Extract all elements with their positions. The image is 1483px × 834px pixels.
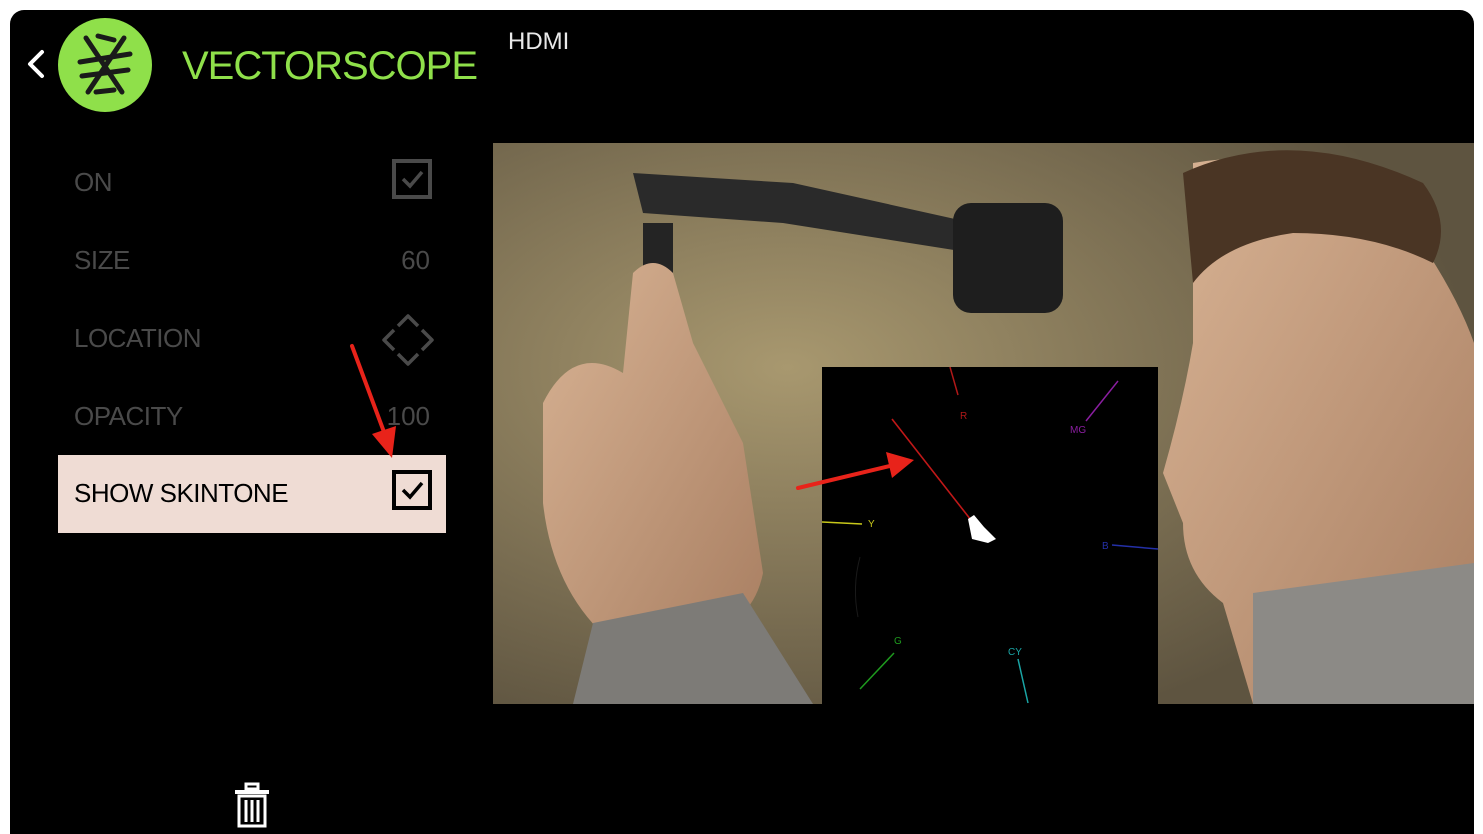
back-button[interactable] bbox=[24, 48, 48, 80]
menu-item-location[interactable]: LOCATION bbox=[58, 300, 446, 378]
trash-button[interactable] bbox=[232, 782, 272, 828]
app-logo-icon bbox=[58, 18, 152, 112]
menu-item-label: OPACITY bbox=[74, 401, 183, 431]
size-value: 60 bbox=[401, 245, 430, 275]
scope-label-blue: B bbox=[1102, 541, 1109, 552]
menu-item-on[interactable]: ON bbox=[58, 144, 446, 222]
magenta-target-line bbox=[1085, 380, 1119, 422]
skintone-line bbox=[891, 418, 979, 530]
red-target-line bbox=[949, 367, 959, 396]
on-checkbox[interactable] bbox=[392, 159, 432, 199]
show-skintone-checkbox[interactable] bbox=[392, 470, 432, 510]
cyan-target-line bbox=[1017, 658, 1029, 704]
trash-icon bbox=[235, 782, 269, 828]
yellow-target-line bbox=[822, 521, 863, 525]
menu-item-label: ON bbox=[74, 167, 113, 197]
menu-item-show-skintone[interactable]: SHOW SKINTONE bbox=[58, 455, 446, 533]
menu-item-label: SIZE bbox=[74, 245, 130, 275]
input-source-label: HDMI bbox=[508, 28, 570, 55]
scope-label-cyan: CY bbox=[1008, 647, 1022, 658]
monitor-screen: VECTORSCOPE HDMI ON SIZE 60 LOCATION OPA… bbox=[10, 10, 1474, 834]
menu-item-size[interactable]: SIZE 60 bbox=[58, 222, 446, 300]
scope-label-yellow: Y bbox=[868, 519, 875, 530]
scope-label-red: R bbox=[960, 411, 967, 422]
checkmark-icon bbox=[401, 170, 424, 189]
menu-item-label: SHOW SKINTONE bbox=[74, 478, 289, 508]
menu-item-label: LOCATION bbox=[74, 323, 201, 353]
opacity-value: 100 bbox=[386, 401, 430, 431]
checkmark-icon bbox=[401, 481, 424, 500]
green-target-line bbox=[859, 652, 895, 690]
four-direction-arrows-icon bbox=[382, 314, 434, 366]
scope-label-green: G bbox=[894, 636, 902, 647]
blue-target-line bbox=[1111, 544, 1158, 550]
vectorscope-overlay: R MG Y B G CY bbox=[822, 367, 1158, 704]
chevron-left-icon bbox=[28, 50, 44, 78]
scope-label-magenta: MG bbox=[1070, 425, 1086, 436]
scope-trace bbox=[968, 515, 996, 543]
menu-item-opacity[interactable]: OPACITY 100 bbox=[58, 378, 446, 456]
page-title: VECTORSCOPE bbox=[182, 44, 478, 88]
